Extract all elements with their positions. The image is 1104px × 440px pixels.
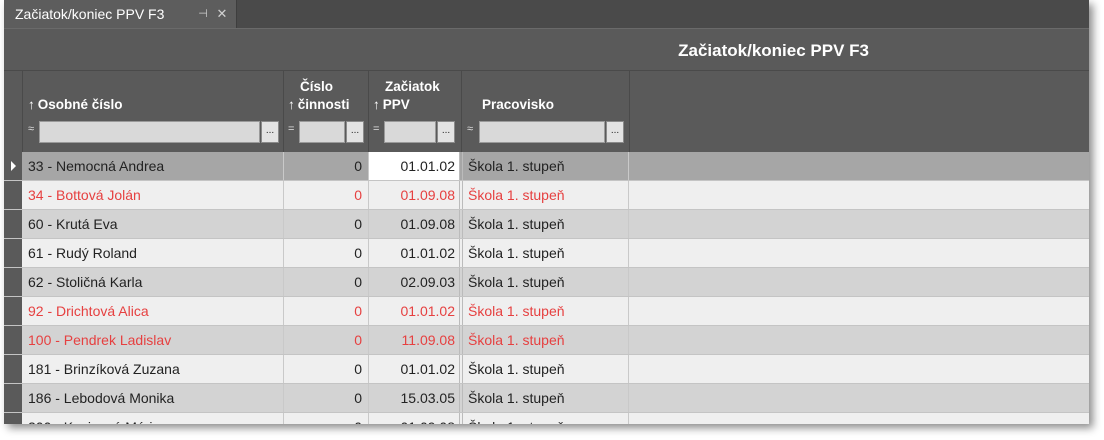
column-title-line2: činnosti: [297, 97, 350, 112]
row-indicator[interactable]: [4, 413, 22, 424]
filter-input-zaciatok-ppv[interactable]: [384, 121, 436, 143]
cell-zaciatok-ppv[interactable]: 01.01.02: [369, 152, 460, 180]
cell-cislo-cinnosti[interactable]: 0: [284, 239, 369, 267]
column-header-row: ↑ Osobné číslo ≈ ... Číslo ↑ činnosti = ..…: [4, 70, 1089, 153]
cell-cislo-cinnosti[interactable]: 0: [284, 181, 369, 209]
filter-ellipsis-button[interactable]: ...: [346, 121, 364, 143]
cell-pracovisko[interactable]: Škola 1. stupeň: [462, 210, 629, 238]
filter-input-cislo-cinnosti[interactable]: [299, 121, 345, 143]
cell-zaciatok-ppv[interactable]: 01.09.08: [369, 210, 460, 238]
row-indicator[interactable]: [4, 384, 22, 412]
column-title: Začiatok: [385, 79, 440, 94]
cell-pracovisko[interactable]: Škola 1. stupeň: [462, 181, 629, 209]
filter-operator-approx[interactable]: ≈: [467, 123, 477, 135]
table-row[interactable]: 181 - Brinzíková Zuzana 0 01.01.02 Škola 1.…: [4, 355, 1089, 384]
cell-zaciatok-ppv[interactable]: 01.09.08: [369, 181, 460, 209]
cell-cislo-cinnosti[interactable]: 0: [284, 210, 369, 238]
cell-cislo-cinnosti[interactable]: 0: [284, 413, 369, 424]
column-title-line2: PPV: [382, 97, 410, 112]
row-indicator[interactable]: [4, 181, 22, 209]
cell-pracovisko[interactable]: Škola 1. stupeň: [462, 239, 629, 267]
sort-asc-icon: ↑: [288, 97, 295, 112]
row-indicator[interactable]: [4, 152, 22, 180]
table-row[interactable]: 186 - Lebodová Monika 0 15.03.05 Škola 1. s…: [4, 384, 1089, 413]
row-indicator-header: [4, 71, 23, 153]
table-row[interactable]: 62 - Stoličná Karla 0 02.09.03 Škola 1. stu…: [4, 268, 1089, 297]
tab-title: Začiatok/koniec PPV F3: [15, 6, 165, 22]
column-title: Pracovisko: [482, 97, 555, 112]
row-indicator[interactable]: [4, 355, 22, 383]
filter-operator-approx[interactable]: ≈: [28, 123, 38, 135]
cell-osobne-cislo[interactable]: 92 - Drichtová Alica: [23, 297, 284, 325]
cell-pracovisko[interactable]: Škola 1. stupeň: [462, 384, 629, 412]
row-indicator[interactable]: [4, 326, 22, 354]
cell-pracovisko[interactable]: Škola 1. stupeň: [462, 152, 629, 180]
filter-ellipsis-button[interactable]: ...: [606, 121, 624, 143]
filter-ellipsis-button[interactable]: ...: [437, 121, 455, 143]
cell-zaciatok-ppv[interactable]: 01.09.08: [369, 413, 460, 424]
column-header-pracovisko[interactable]: Pracovisko ≈ ...: [462, 71, 630, 153]
grid-rows: 33 - Nemocná Andrea 0 01.01.02 Škola 1. stu…: [4, 152, 1089, 424]
cell-osobne-cislo[interactable]: 100 - Pendrek Ladislav: [23, 326, 284, 354]
cell-zaciatok-ppv[interactable]: 02.09.03: [369, 268, 460, 296]
pin-icon[interactable]: ⊣: [196, 0, 210, 28]
cell-zaciatok-ppv[interactable]: 11.09.08: [369, 326, 460, 354]
cell-osobne-cislo[interactable]: 186 - Lebodová Monika: [23, 384, 284, 412]
cell-zaciatok-ppv[interactable]: 15.03.05: [369, 384, 460, 412]
cell-cislo-cinnosti[interactable]: 0: [284, 384, 369, 412]
cell-zaciatok-ppv[interactable]: 01.01.02: [369, 297, 460, 325]
row-indicator[interactable]: [4, 268, 22, 296]
filter-operator-equals[interactable]: =: [373, 123, 383, 135]
cell-cislo-cinnosti[interactable]: 0: [284, 152, 369, 180]
cell-cislo-cinnosti[interactable]: 0: [284, 326, 369, 354]
filter-ellipsis-button[interactable]: ...: [261, 121, 279, 143]
cell-pracovisko[interactable]: Škola 1. stupeň: [462, 326, 629, 354]
close-icon[interactable]: ✕: [215, 0, 229, 28]
table-row[interactable]: 34 - Bottová Jolán 0 01.09.08 Škola 1. stup…: [4, 181, 1089, 210]
table-row[interactable]: 61 - Rudý Roland 0 01.01.02 Škola 1. stupeň: [4, 239, 1089, 268]
cell-cislo-cinnosti[interactable]: 0: [284, 268, 369, 296]
sort-asc-icon: ↑: [373, 97, 380, 112]
table-row[interactable]: 33 - Nemocná Andrea 0 01.01.02 Škola 1. stu…: [4, 152, 1089, 181]
cell-cislo-cinnosti[interactable]: 0: [284, 297, 369, 325]
cell-pracovisko[interactable]: Škola 1. stupeň: [462, 297, 629, 325]
tab-zaciatok-koniec-ppv[interactable]: Začiatok/koniec PPV F3 ⊣ ✕: [4, 0, 237, 28]
cell-osobne-cislo[interactable]: 181 - Brinzíková Zuzana: [23, 355, 284, 383]
filter-input-osobne-cislo[interactable]: [39, 121, 260, 143]
filter-operator-equals[interactable]: =: [288, 123, 298, 135]
page-title: Začiatok/koniec PPV F3: [678, 41, 869, 60]
row-indicator[interactable]: [4, 297, 22, 325]
column-title: Osobné číslo: [37, 97, 123, 112]
cell-pracovisko[interactable]: Škola 1. stupeň: [462, 413, 629, 424]
cell-osobne-cislo[interactable]: 33 - Nemocná Andrea: [23, 152, 284, 180]
cell-osobne-cislo[interactable]: 200 - Kozinová Mária: [23, 413, 284, 424]
data-grid: ↑ Osobné číslo ≈ ... Číslo ↑ činnosti = ..…: [4, 70, 1089, 424]
cell-osobne-cislo[interactable]: 60 - Krutá Eva: [23, 210, 284, 238]
cell-osobne-cislo[interactable]: 61 - Rudý Roland: [23, 239, 284, 267]
current-row-arrow-icon: [11, 161, 16, 171]
table-row[interactable]: 60 - Krutá Eva 0 01.09.08 Škola 1. stupeň: [4, 210, 1089, 239]
cell-pracovisko[interactable]: Škola 1. stupeň: [462, 355, 629, 383]
app-window: Začiatok/koniec PPV F3 ⊣ ✕ Začiatok/koni…: [4, 0, 1089, 424]
filter-input-pracovisko[interactable]: [479, 121, 605, 143]
cell-osobne-cislo[interactable]: 34 - Bottová Jolán: [23, 181, 284, 209]
table-row[interactable]: 100 - Pendrek Ladislav 0 11.09.08 Škola 1. …: [4, 326, 1089, 355]
header-panel: Začiatok/koniec PPV F3: [4, 28, 1089, 71]
tab-strip: Začiatok/koniec PPV F3 ⊣ ✕: [4, 0, 1089, 28]
cell-pracovisko[interactable]: Škola 1. stupeň: [462, 268, 629, 296]
cell-zaciatok-ppv[interactable]: 01.01.02: [369, 239, 460, 267]
row-indicator[interactable]: [4, 210, 22, 238]
column-header-zaciatok-ppv[interactable]: Začiatok ↑ PPV = ...: [369, 71, 462, 153]
table-row[interactable]: 92 - Drichtová Alica 0 01.01.02 Škola 1. st…: [4, 297, 1089, 326]
cell-zaciatok-ppv[interactable]: 01.01.02: [369, 355, 460, 383]
cell-osobne-cislo[interactable]: 62 - Stoličná Karla: [23, 268, 284, 296]
column-header-osobne-cislo[interactable]: ↑ Osobné číslo ≈ ...: [23, 71, 284, 153]
cell-cislo-cinnosti[interactable]: 0: [284, 355, 369, 383]
table-row[interactable]: 200 - Kozinová Mária001.09.08Škola 1. st…: [4, 413, 1089, 424]
sort-asc-icon: ↑: [28, 97, 35, 112]
column-title: Číslo: [300, 79, 334, 94]
column-header-cislo-cinnosti[interactable]: Číslo ↑ činnosti = ...: [284, 71, 369, 153]
row-indicator[interactable]: [4, 239, 22, 267]
